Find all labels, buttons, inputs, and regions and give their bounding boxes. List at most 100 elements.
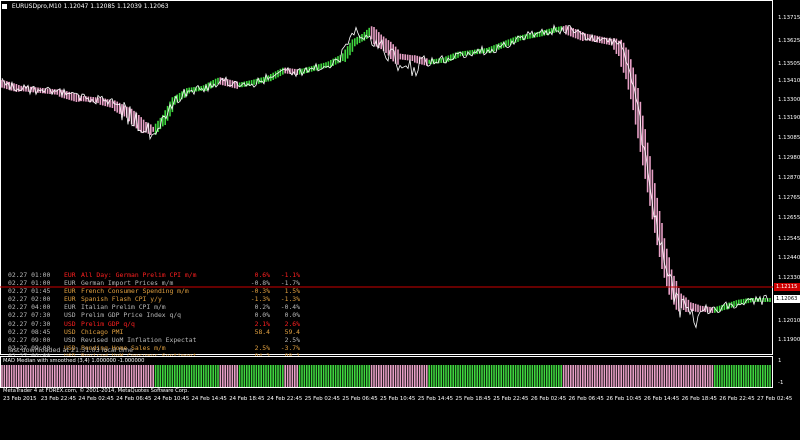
news-date: 02.27 01:00	[8, 279, 51, 288]
time-tick-label: 25 Feb 02:45	[304, 396, 340, 402]
time-tick-label: 25 Feb 14:45	[417, 396, 454, 402]
price-tick-label: 1.12765	[778, 195, 800, 201]
news-event: German Import Prices m/m	[81, 279, 174, 288]
news-event: Italian Prelim CPI m/m	[81, 303, 166, 312]
news-event: Chicago PMI	[81, 327, 124, 336]
chart-menu-icon[interactable]	[2, 4, 7, 9]
news-currency: USD	[64, 327, 76, 336]
news-date: 02.27 01:00	[8, 271, 51, 279]
chart-title: EURUSDpro,M10 1.12047 1.12085 1.12039 1.…	[2, 3, 169, 10]
news-date: 02.27 04:00	[8, 303, 51, 312]
time-tick-label: 23 Feb 2015	[3, 396, 37, 402]
news-actual: 2.1%	[254, 319, 270, 328]
price-tick-label: 1.13300	[778, 97, 800, 103]
price-tick-label: 1.12545	[778, 236, 800, 242]
symbol-timeframe: EURUSDpro,M10	[11, 3, 62, 10]
time-tick-label: 24 Feb 10:45	[153, 396, 190, 402]
news-currency: EUR	[64, 303, 76, 312]
news-currency: EUR	[64, 279, 76, 288]
price-tick-label: 1.11900	[778, 337, 800, 343]
news-event: Prelim GDP q/q	[81, 319, 135, 328]
price-tick-label: 1.12330	[778, 275, 800, 281]
time-tick-label: 26 Feb 14:45	[643, 396, 680, 402]
news-actual: 2.5%	[254, 343, 270, 352]
time-tick-label: 26 Feb 22:45	[719, 396, 755, 402]
news-currency: EUR	[64, 287, 76, 296]
news-previous: -1.7%	[280, 279, 300, 288]
news-currency: EUR	[64, 295, 76, 304]
news-actual: 0.0%	[254, 311, 270, 320]
news-date: 02.27 02:00	[8, 295, 51, 304]
news-row: 02.27 01:00 EUR German Import Prices m/m -0…	[8, 279, 300, 287]
current-price-tag: 1.12063	[774, 295, 800, 303]
news-currency: USD	[64, 319, 76, 328]
price-tick-label: 1.13085	[778, 135, 800, 141]
news-actual: -0.3%	[250, 287, 270, 296]
indicator-label: MAD Median with smoothed (3,4) 1.000000 …	[3, 358, 145, 364]
price-tick-label: 1.12980	[778, 155, 800, 161]
news-actual	[244, 336, 270, 344]
time-tick-label: 25 Feb 22:45	[493, 396, 529, 402]
price-tick-label: 1.13715	[778, 15, 800, 21]
news-actual: -0.8%	[250, 279, 270, 288]
time-tick-label: 26 Feb 06:45	[568, 396, 604, 402]
time-tick-label: 24 Feb 02:45	[78, 396, 114, 402]
time-tick-label: 25 Feb 10:45	[380, 396, 416, 402]
time-tick-label: 24 Feb 18:45	[229, 396, 265, 402]
news-date: 02.27 09:00	[8, 335, 51, 344]
time-tick-label: 26 Feb 02:45	[530, 396, 567, 402]
price-tick-label: 1.13625	[778, 38, 800, 44]
time-tick-label: 24 Feb 06:45	[116, 396, 152, 402]
time-tick-label: 26 Feb 18:45	[681, 396, 717, 402]
news-event: Prelim GDP Price Index q/q	[81, 311, 182, 320]
status-text: MetaTrader 4 at FOREX.com, © 2001-2014, …	[3, 388, 190, 394]
price-tick-label: 1.13190	[778, 115, 800, 121]
news-previous: -1.1%	[280, 271, 300, 279]
news-row: 02.27 04:00 EUR Italian Prelim CPI m/m 0.2%…	[8, 303, 300, 311]
time-tick-label: 24 Feb 14:45	[191, 396, 227, 402]
last-downloaded: last downloaded at 21:31:03 local time	[8, 346, 134, 354]
news-actual: -1.3%	[250, 295, 270, 304]
news-actual: 0.6%	[254, 271, 270, 279]
news-previous: -3.7%	[280, 343, 300, 352]
time-tick-label: 25 Feb 06:45	[342, 396, 378, 402]
news-date: 02.27 07:30	[8, 319, 51, 328]
time-tick-label: 26 Feb 10:45	[606, 396, 642, 402]
news-row: 02.27 07:30 USD Prelim GDP Price Index q/q…	[8, 311, 300, 319]
news-currency: USD	[64, 311, 76, 320]
price-tick-label: 1.12870	[778, 175, 800, 181]
news-row: 02.27 07:30 USD Prelim GDP q/q 2.1% 2.6%	[8, 320, 300, 328]
ohlc-values: 1.12047 1.12085 1.12039 1.12063	[63, 3, 169, 10]
news-actual: 0.2%	[254, 303, 270, 312]
news-actual: 58.4	[254, 327, 270, 336]
news-date: 02.27 01:45	[8, 287, 51, 296]
time-tick-label: 27 Feb 02:45	[757, 396, 793, 402]
news-row: 02.27 09:00 USD Revised UoM Inflation Expe…	[8, 336, 300, 344]
news-currency: EUR	[64, 271, 76, 279]
news-previous: 1.5%	[284, 287, 300, 296]
price-tick-label: 1.13410	[778, 78, 800, 84]
news-row: 02.27 01:00 EUR All Day: German Prelim CPI…	[8, 271, 300, 279]
news-event: Spanish Flash CPI y/y	[81, 295, 162, 304]
subwindow-axis-top: 1	[778, 358, 782, 364]
price-tick-label: 1.12655	[778, 215, 800, 221]
news-previous: -1.3%	[280, 295, 300, 304]
price-tick-label: 1.12440	[778, 255, 800, 261]
level-price-tag: 1.12115	[774, 283, 800, 291]
news-previous: 0.0%	[284, 311, 300, 320]
time-tick-label: 24 Feb 22:45	[266, 396, 303, 402]
news-previous: 2.5%	[284, 335, 300, 344]
time-tick-label: 25 Feb 18:45	[455, 396, 491, 402]
price-tick-label: 1.13505	[778, 61, 800, 67]
news-previous: -0.4%	[280, 303, 300, 312]
news-date: 02.27 07:30	[8, 311, 51, 320]
time-tick-label: 23 Feb 22:45	[40, 396, 77, 402]
news-row: 02.27 01:45 EUR French Consumer Spending m…	[8, 287, 300, 295]
news-previous: 59.4	[284, 327, 300, 336]
news-date: 02.27 08:45	[8, 327, 51, 336]
price-tick-label: 1.12010	[778, 318, 800, 324]
news-previous: 2.6%	[284, 319, 300, 328]
news-row: 02.27 08:45 USD Chicago PMI 58.4 59.4	[8, 328, 300, 336]
news-event: French Consumer Spending m/m	[81, 287, 189, 296]
news-event: Revised UoM Inflation Expectat	[81, 335, 197, 344]
